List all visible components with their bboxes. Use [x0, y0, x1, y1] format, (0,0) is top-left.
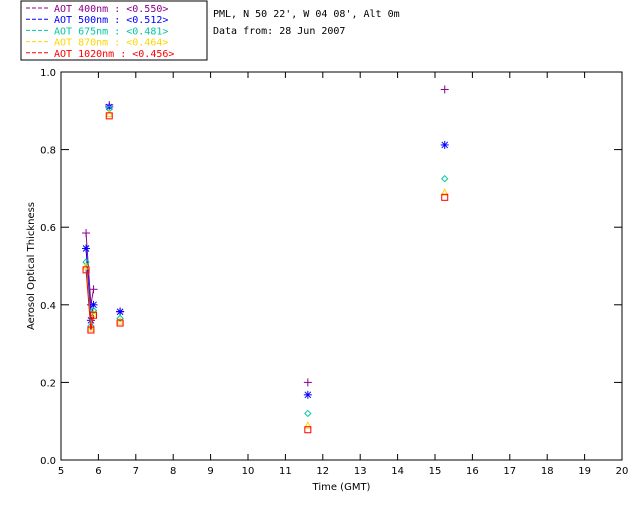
- data-point: [441, 174, 449, 183]
- site-info: PML, N 50 22', W 04 08', Alt 0m: [213, 9, 400, 20]
- data-point: [440, 140, 449, 149]
- x-axis-label: Time (GMT): [312, 482, 371, 493]
- data-point: [89, 285, 98, 294]
- data-point: [304, 409, 312, 418]
- data-point: [105, 109, 114, 118]
- y-tick-label: 0.0: [40, 456, 56, 467]
- x-tick-label: 20: [616, 466, 629, 477]
- y-tick-label: 0.2: [40, 378, 56, 389]
- series-2: [82, 105, 449, 418]
- data-point: [440, 85, 449, 94]
- series-0: [82, 85, 449, 387]
- x-tick-label: 11: [279, 466, 292, 477]
- date-info: Data from: 28 Jun 2007: [213, 26, 345, 37]
- series-4: [82, 112, 449, 434]
- x-tick-label: 18: [541, 466, 554, 477]
- legend-label: AOT 500nm : <0.512>: [54, 15, 168, 26]
- legend-label: AOT 1020nm : <0.456>: [54, 49, 174, 60]
- x-tick-label: 6: [95, 466, 101, 477]
- series-1: [82, 102, 449, 399]
- x-tick-label: 5: [58, 466, 64, 477]
- plot-frame: [60, 71, 623, 461]
- x-tick-label: 16: [466, 466, 479, 477]
- x-tick-label: 17: [503, 466, 516, 477]
- legend-label: AOT 400nm : <0.550>: [54, 4, 168, 15]
- x-tick-label: 19: [578, 466, 591, 477]
- legend: AOT 400nm : <0.550>AOT 500nm : <0.512>AO…: [20, 0, 208, 61]
- x-tick-label: 7: [133, 466, 139, 477]
- y-axis-label: Aerosol Optical Thickness: [26, 202, 37, 330]
- y-tick-label: 0.6: [40, 223, 56, 234]
- y-tick-label: 0.4: [40, 301, 56, 312]
- data-point: [82, 244, 91, 253]
- data-point: [303, 378, 312, 387]
- x-tick-label: 14: [391, 466, 404, 477]
- series-3: [82, 109, 449, 429]
- x-tick-label: 8: [170, 466, 176, 477]
- x-tick-label: 15: [429, 466, 442, 477]
- data-point: [82, 229, 91, 238]
- y-tick-label: 0.8: [40, 146, 56, 157]
- data-point: [116, 307, 125, 316]
- x-tick-label: 13: [354, 466, 367, 477]
- x-tick-label: 12: [316, 466, 329, 477]
- y-tick-label: 1.0: [40, 68, 56, 79]
- legend-label: AOT 870nm : <0.464>: [54, 38, 168, 49]
- x-tick-label: 9: [207, 466, 213, 477]
- data-point: [303, 390, 312, 399]
- legend-label: AOT 675nm : <0.481>: [54, 26, 168, 37]
- aot-chart: AOT 400nm : <0.550>AOT 500nm : <0.512>AO…: [20, 0, 629, 493]
- x-tick-label: 10: [242, 466, 255, 477]
